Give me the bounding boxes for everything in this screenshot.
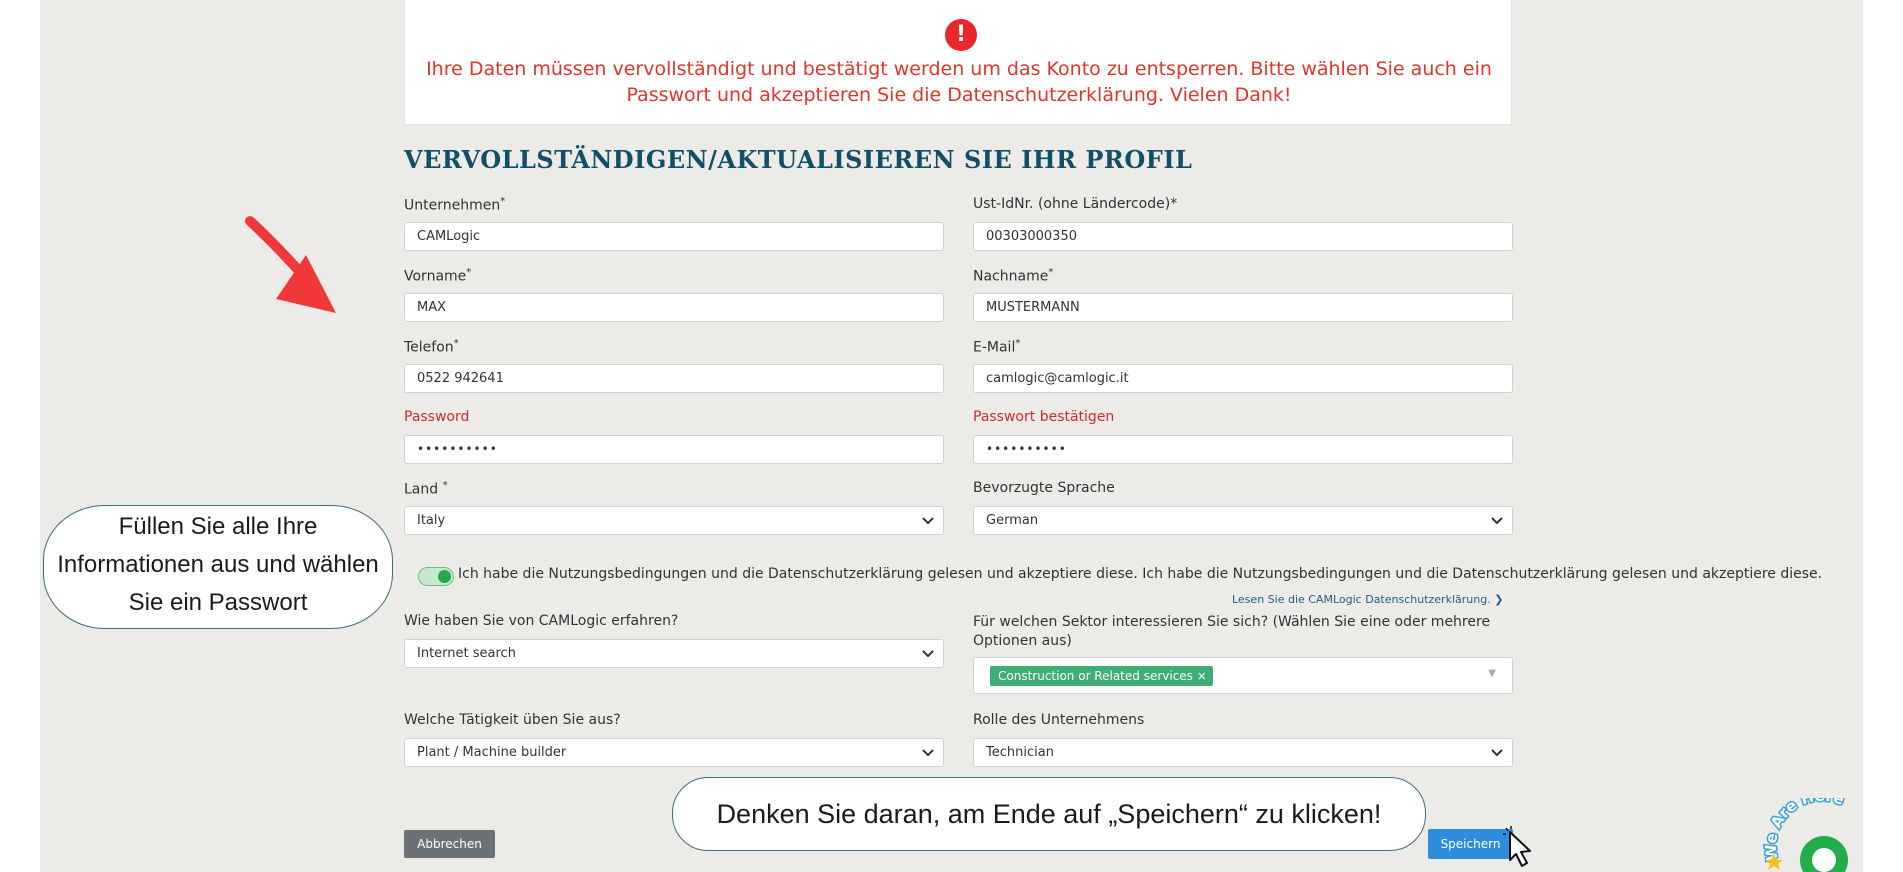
email-field[interactable]: camlogic@camlogic.it [973, 364, 1513, 393]
page-background [40, 0, 1863, 872]
activity-label: Welche Tätigkeit üben Sie aus? [404, 712, 621, 728]
terms-toggle[interactable] [418, 567, 454, 586]
sector-multiselect[interactable]: Construction or Related services × ▼ [973, 657, 1513, 694]
red-arrow-icon [245, 216, 336, 313]
company-label: Unternehmen* [404, 196, 506, 214]
country-label: Land * [404, 480, 448, 498]
cancel-button[interactable]: Abbrechen [404, 830, 495, 858]
exclamation-icon: ! [945, 19, 977, 51]
lastname-field[interactable]: MUSTERMANN [973, 293, 1513, 322]
save-button[interactable]: Speichern [1428, 829, 1513, 859]
language-label: Bevorzugte Sprache [973, 480, 1115, 496]
page-title: VERVOLLSTÄNDIGEN/AKTUALISIEREN SIE IHR P… [404, 145, 1193, 174]
company-field[interactable]: CAMLogic [404, 222, 944, 251]
sector-tag: Construction or Related services × [990, 666, 1213, 686]
password-field[interactable]: •••••••••• [404, 435, 944, 464]
terms-text: Ich habe die Nutzungsbedingungen und die… [458, 566, 1823, 582]
firstname-field[interactable]: MAX [404, 293, 944, 322]
language-select[interactable]: German [973, 506, 1513, 535]
chevron-down-icon [1490, 739, 1504, 766]
alert-panel: ! Ihre Daten müssen vervollständigt und … [404, 0, 1512, 125]
phone-label: Telefon* [404, 338, 459, 356]
chat-badge-icon[interactable]: We Are Here [1760, 798, 1863, 872]
lastname-label: Nachname* [973, 267, 1054, 285]
country-value: Italy [417, 513, 446, 528]
vat-field[interactable]: 00303000350 [973, 222, 1513, 251]
activity-value: Plant / Machine builder [417, 745, 567, 760]
caret-down-icon: ▼ [1488, 668, 1496, 679]
password-label: Password [404, 409, 470, 425]
password-confirm-field[interactable]: •••••••••• [973, 435, 1513, 464]
phone-field[interactable]: 0522 942641 [404, 364, 944, 393]
chevron-down-icon [921, 739, 935, 766]
role-select[interactable]: Technician [973, 738, 1513, 767]
chevron-down-icon [1490, 507, 1504, 534]
privacy-policy-link[interactable]: Lesen Sie die CAMLogic Datenschutzerklär… [1232, 593, 1503, 606]
alert-message: Ihre Daten müssen vervollständigt und be… [426, 58, 1492, 106]
role-value: Technician [986, 745, 1054, 760]
email-label: E-Mail* [973, 338, 1021, 356]
tag-remove-icon[interactable]: × [1197, 669, 1207, 683]
sector-label: Für welchen Sektor interessieren Sie sic… [973, 614, 1491, 649]
callout-fill-info: Füllen Sie alle Ihre Informationen aus u… [43, 505, 393, 629]
activity-select[interactable]: Plant / Machine builder [404, 738, 944, 767]
firstname-label: Vorname* [404, 267, 472, 285]
country-select[interactable]: Italy [404, 506, 944, 535]
vat-label: Ust-IdNr. (ohne Ländercode)* [973, 196, 1178, 212]
language-value: German [986, 513, 1039, 528]
source-select[interactable]: Internet search [404, 639, 944, 668]
password-confirm-label: Passwort bestätigen [973, 409, 1115, 425]
sector-tag-label: Construction or Related services [998, 669, 1193, 683]
chevron-down-icon [921, 507, 935, 534]
mouse-cursor-icon [1503, 826, 1531, 867]
chevron-down-icon [921, 640, 935, 667]
role-label: Rolle des Unternehmens [973, 712, 1145, 728]
callout-save-reminder: Denken Sie daran, am Ende auf „Speichern… [672, 777, 1426, 851]
source-label: Wie haben Sie von CAMLogic erfahren? [404, 613, 679, 629]
source-value: Internet search [417, 646, 516, 661]
toggle-knob [438, 570, 451, 583]
